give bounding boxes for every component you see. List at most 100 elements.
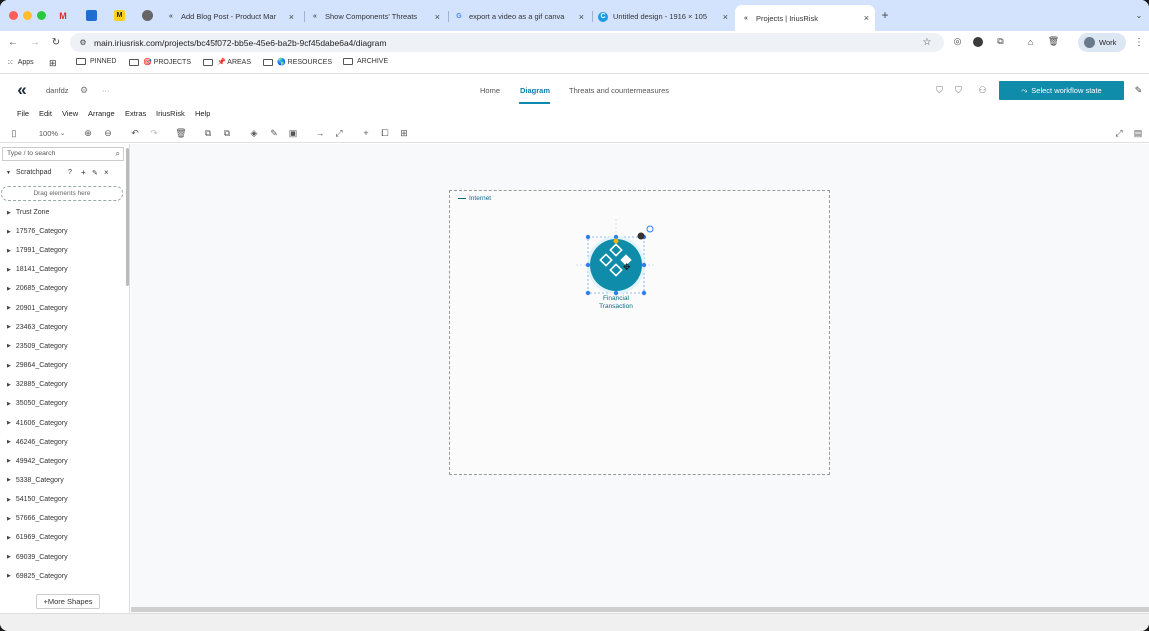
to-back-icon[interactable]: ⧉ xyxy=(221,127,233,139)
sidebar-category-item[interactable]: ▶ 23463_Category xyxy=(7,324,68,331)
browser-tab[interactable]: « Add Blog Post - Product Mar × xyxy=(160,6,300,27)
puzzle-icon[interactable]: ⧉ xyxy=(995,36,1006,47)
gmail-pinned-tab[interactable]: M xyxy=(56,9,70,22)
settings-gear-icon[interactable]: ⚙ xyxy=(79,85,89,95)
scratchpad-dropzone[interactable]: Drag elements here xyxy=(1,186,123,201)
close-window-button[interactable] xyxy=(9,11,18,20)
close-icon[interactable]: × xyxy=(104,168,109,177)
sidebar-category-item[interactable]: ▶ 41606_Category xyxy=(7,420,68,427)
diagram-canvas[interactable]: Internet ✥ Financial Transaction xyxy=(131,144,1149,613)
extension-icon[interactable]: ◎ xyxy=(952,36,963,47)
canvas-scrollbar[interactable] xyxy=(131,607,1149,612)
bookmark-folder[interactable]: ARCHIVE xyxy=(343,58,388,65)
more-shapes-button[interactable]: +More Shapes xyxy=(36,594,100,609)
browser-tab-active[interactable]: « Projects | IriusRisk × xyxy=(735,5,875,31)
menu-help[interactable]: Help xyxy=(195,109,210,118)
project-more-button[interactable]: ··· xyxy=(102,86,110,95)
shape-search-input[interactable]: Type / to search ⌕ xyxy=(2,147,124,161)
edit-icon[interactable]: ✎ xyxy=(92,169,98,177)
profile-button[interactable]: Work xyxy=(1078,33,1126,52)
sidebar-category-item[interactable]: ▶ 29864_Category xyxy=(7,362,68,369)
close-tab-icon[interactable]: × xyxy=(579,12,584,22)
downloads-icon[interactable]: ⌂ xyxy=(1025,36,1036,47)
address-bar[interactable]: ⚙ main.iriusrisk.com/projects/bc45f072-b… xyxy=(70,33,944,52)
format-panel-icon[interactable]: ▤ xyxy=(1132,127,1144,139)
browser-tab[interactable]: C Untitled design - 1916 × 105 × xyxy=(592,6,734,27)
fill-color-icon[interactable]: ◈ xyxy=(248,127,260,139)
browser-tab[interactable]: « Show Components' Threats × xyxy=(304,6,446,27)
help-icon[interactable]: ? xyxy=(68,169,72,176)
sidebar-category-item[interactable]: ▶ 57666_Category xyxy=(7,515,68,522)
shield-check-icon[interactable]: ⛉ xyxy=(953,85,964,96)
site-info-icon[interactable]: ⚙ xyxy=(78,37,88,47)
tab-search-chevron-icon[interactable]: ⌄ xyxy=(1133,9,1145,21)
iriusrisk-logo-icon[interactable]: « xyxy=(13,80,31,99)
nav-threats[interactable]: Threats and countermeasures xyxy=(569,86,669,95)
sidebar-category-item[interactable]: ▶ 5338_Category xyxy=(7,477,64,484)
close-tab-icon[interactable]: × xyxy=(435,12,440,22)
shadow-icon[interactable]: ▣ xyxy=(287,127,299,139)
comments-icon[interactable]: ✎ xyxy=(1133,85,1144,96)
sidebar-category-item[interactable]: ▶ 20901_Category xyxy=(7,305,68,312)
sidebar-category-item[interactable]: ▶ 49942_Category xyxy=(7,458,68,465)
bookmark-folder[interactable]: PINNED xyxy=(76,58,116,65)
redo-icon[interactable]: ↷ xyxy=(148,127,160,139)
toggle-sidebar-icon[interactable]: ▯ xyxy=(8,127,20,139)
sidebar-item-trust-zone[interactable]: ▶ Trust Zone xyxy=(7,209,49,216)
browser-tab[interactable]: G export a video as a gif canva × xyxy=(448,6,590,27)
sidebar-category-item[interactable]: ▶ 46246_Category xyxy=(7,439,68,446)
bookmark-folder[interactable]: 🌎 RESOURCES xyxy=(263,58,332,66)
add-icon[interactable]: + xyxy=(81,168,86,177)
close-tab-icon[interactable]: × xyxy=(723,12,728,22)
table-icon[interactable]: ⊞ xyxy=(398,127,410,139)
maximize-window-button[interactable] xyxy=(37,11,46,20)
bookmark-grid[interactable]: ⊞ xyxy=(49,58,57,69)
sidebar-category-item[interactable]: ▶ 17576_Category xyxy=(7,228,68,235)
line-color-icon[interactable]: ✎ xyxy=(268,127,280,139)
reload-icon[interactable]: ↻ xyxy=(50,36,62,48)
zoom-out-icon[interactable]: ⊖ xyxy=(102,127,114,139)
to-front-icon[interactable]: ⧉ xyxy=(202,127,214,139)
forward-arrow-icon[interactable]: → xyxy=(29,36,41,48)
zoom-select[interactable]: 100% ⌄ xyxy=(36,127,68,139)
fullscreen-icon[interactable]: ⤢ xyxy=(1113,127,1125,139)
sidebar-category-item[interactable]: ▶ 69825_Category xyxy=(7,573,68,580)
insert-icon[interactable]: + xyxy=(360,127,372,139)
sidebar-category-item[interactable]: ▶ 18141_Category xyxy=(7,266,68,273)
trust-zone-internet[interactable]: Internet ✥ Financial Transaction xyxy=(449,190,830,475)
shapes-icon[interactable]: ⧠ xyxy=(379,127,391,139)
sidebar-category-item[interactable]: ▶ 69039_Category xyxy=(7,554,68,561)
nav-home[interactable]: Home xyxy=(480,86,500,95)
notion-pinned-tab[interactable] xyxy=(142,10,153,21)
sidebar-category-item[interactable]: ▶ 20685_Category xyxy=(7,285,68,292)
sidebar-category-item[interactable]: ▶ 23509_Category xyxy=(7,343,68,350)
sidebar-category-item[interactable]: ▶ 17991_Category xyxy=(7,247,68,254)
bookmark-apps[interactable]: ⁙ Apps xyxy=(7,58,34,67)
bookmark-folder[interactable]: 📌 AREAS xyxy=(203,58,251,66)
minimize-window-button[interactable] xyxy=(23,11,32,20)
menu-edit[interactable]: Edit xyxy=(39,109,52,118)
bookmark-folder[interactable]: 🎯 PROJECTS xyxy=(129,58,191,66)
menu-view[interactable]: View xyxy=(62,109,78,118)
menu-arrange[interactable]: Arrange xyxy=(88,109,115,118)
trello-pinned-tab[interactable] xyxy=(86,10,97,21)
users-icon[interactable]: ⚇ xyxy=(977,85,988,96)
menu-extras[interactable]: Extras xyxy=(125,109,146,118)
close-tab-icon[interactable]: × xyxy=(289,12,294,22)
sidebar-scrollbar[interactable] xyxy=(126,148,129,286)
connection-icon[interactable]: → xyxy=(314,127,326,139)
extension-icon[interactable] xyxy=(973,37,983,47)
menu-iriusrisk[interactable]: IriusRisk xyxy=(156,109,185,118)
bookmark-star-icon[interactable]: ☆ xyxy=(921,36,933,48)
select-workflow-state-button[interactable]: ⤳ Select workflow state xyxy=(999,81,1124,100)
scratchpad-header[interactable]: ▼ Scratchpad ? + ✎ × xyxy=(6,168,124,177)
menu-file[interactable]: File xyxy=(17,109,29,118)
nav-diagram[interactable]: Diagram xyxy=(520,86,550,95)
trash-icon[interactable]: 🗑 xyxy=(1048,36,1059,47)
shield-icon[interactable]: ⛉ xyxy=(934,85,945,96)
delete-icon[interactable]: 🗑 xyxy=(175,127,187,139)
sidebar-category-item[interactable]: ▶ 32885_Category xyxy=(7,381,68,388)
waypoints-icon[interactable]: ⤢ xyxy=(333,127,345,139)
new-tab-button[interactable]: + xyxy=(879,8,891,22)
sidebar-category-item[interactable]: ▶ 54150_Category xyxy=(7,496,68,503)
